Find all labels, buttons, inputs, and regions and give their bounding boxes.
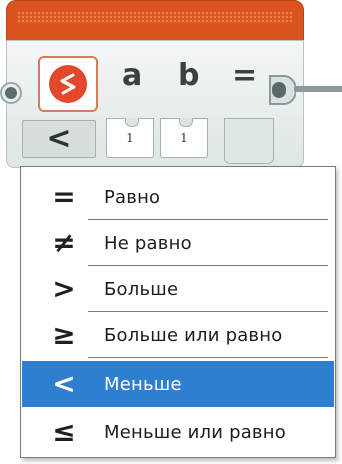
greater-than-icon: >: [52, 272, 76, 305]
menu-item-label: Меньше: [104, 373, 182, 395]
not-equal-icon: ≠: [52, 226, 76, 259]
mode-selector-button[interactable]: <: [22, 120, 96, 158]
menu-divider: [88, 357, 328, 358]
compare-icon: [49, 65, 87, 103]
result-label: =: [232, 58, 258, 93]
compare-block-icon-frame: [38, 56, 98, 112]
block-header[interactable]: [6, 0, 304, 44]
menu-item-greater[interactable]: > Больше: [22, 266, 334, 312]
compare-block[interactable]: a b = < 1 1: [0, 0, 342, 168]
menu-item-not-equal[interactable]: ≠ Не равно: [22, 220, 334, 266]
sequence-input-connector[interactable]: [0, 82, 22, 104]
greater-or-equal-icon: ≥: [52, 318, 76, 351]
param-a-label: a: [122, 58, 143, 93]
menu-item-equal[interactable]: = Равно: [22, 174, 334, 220]
menu-item-less[interactable]: < Меньше: [22, 361, 334, 407]
less-than-icon: <: [52, 367, 76, 400]
menu-item-label: Больше: [104, 278, 179, 300]
menu-item-label: Меньше или равно: [104, 421, 286, 443]
menu-item-label: Равно: [104, 186, 161, 208]
data-wire[interactable]: [294, 86, 342, 92]
data-output-connector-icon[interactable]: [268, 72, 296, 108]
param-b-label: b: [178, 58, 200, 93]
mode-symbol: <: [46, 121, 72, 156]
menu-item-label: Больше или равно: [104, 324, 283, 346]
compare-mode-dropdown: = Равно ≠ Не равно > Больше ≥ Больше или…: [20, 166, 336, 458]
input-b-field[interactable]: 1: [160, 118, 208, 158]
block-header-texture: [17, 11, 293, 23]
result-output-tab[interactable]: [224, 118, 274, 164]
input-a-field[interactable]: 1: [106, 118, 154, 158]
equal-icon: =: [52, 180, 76, 213]
menu-item-greater-or-equal[interactable]: ≥ Больше или равно: [22, 312, 334, 358]
menu-item-label: Не равно: [104, 232, 192, 254]
less-or-equal-icon: ≤: [52, 415, 76, 448]
menu-item-less-or-equal[interactable]: ≤ Меньше или равно: [22, 409, 334, 455]
